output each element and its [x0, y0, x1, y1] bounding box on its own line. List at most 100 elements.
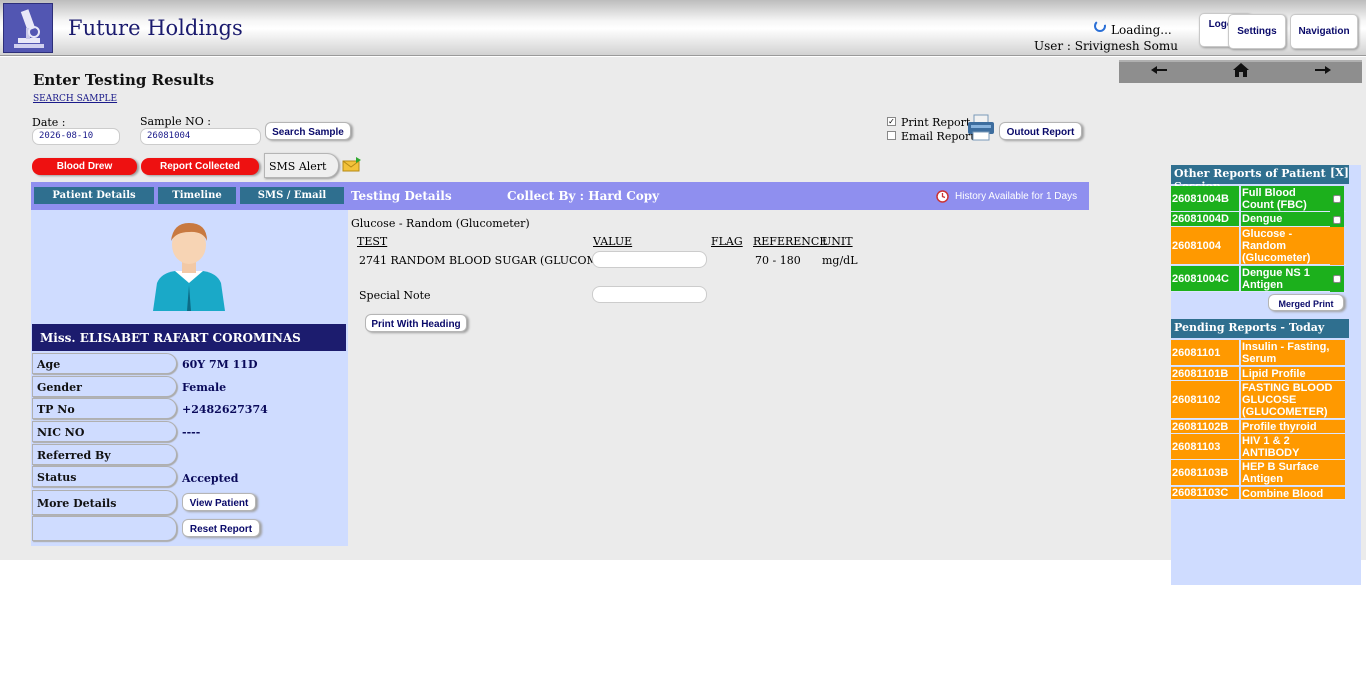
output-report-button[interactable]: Outout Report: [999, 122, 1082, 140]
merged-print-button[interactable]: Merged Print: [1268, 294, 1344, 311]
mail-icon[interactable]: [342, 156, 362, 176]
sample-no-label: Sample NO :: [140, 115, 211, 128]
report-select-checkbox[interactable]: [1330, 212, 1344, 227]
pending-report-row[interactable]: 26081103 HIV 1 & 2 ANTIBODY: [1171, 434, 1345, 460]
report-name: Glucose - Random (Glucometer): [1241, 227, 1330, 264]
blood-drew-button[interactable]: Blood Drew: [32, 158, 137, 175]
search-sample-link[interactable]: SEARCH SAMPLE: [33, 94, 117, 104]
report-name: Combine Blood Tests: [1241, 487, 1345, 499]
pending-report-row[interactable]: 26081101 Insulin - Fasting, Serum: [1171, 340, 1345, 366]
status-label: Status: [32, 466, 177, 487]
printer-icon[interactable]: [966, 114, 996, 146]
brand-title: Future Holdings: [68, 16, 243, 40]
tp-no-label: TP No: [32, 398, 177, 419]
col-reference: REFERENCE: [753, 235, 828, 248]
sms-alert-button[interactable]: SMS Alert: [264, 153, 339, 178]
loading-text: Loading...: [1111, 23, 1172, 37]
history-text: History Available for 1 Days: [955, 191, 1078, 202]
gender-value: Female: [182, 381, 227, 394]
navigation-button[interactable]: Navigation: [1290, 14, 1358, 49]
tp-no-value: +2482627374: [182, 403, 268, 416]
patient-avatar: [151, 219, 227, 315]
pending-report-row[interactable]: 26081103C Combine Blood Tests: [1171, 487, 1345, 500]
more-details-label: More Details: [32, 490, 177, 515]
nic-no-value: ----: [182, 426, 201, 439]
empty-row-label: [32, 516, 177, 541]
report-id: 26081103: [1171, 434, 1240, 459]
report-id: 26081004B: [1171, 186, 1240, 211]
special-note-label: Special Note: [359, 289, 431, 302]
col-flag: FLAG: [711, 235, 743, 248]
status-value: Accepted: [182, 472, 239, 485]
collect-by-text: Collect By : Hard Copy: [507, 189, 660, 203]
report-id: 26081004D: [1171, 212, 1240, 226]
pending-report-row[interactable]: 26081103B HEP B Surface Antigen: [1171, 460, 1345, 486]
tab-patient-details[interactable]: Patient Details: [34, 187, 154, 204]
user-line: User : Srivignesh Somu: [1034, 39, 1178, 53]
report-select-checkbox[interactable]: [1330, 266, 1344, 292]
report-name: Lipid Profile: [1241, 367, 1345, 380]
testing-details-heading: Testing Details: [351, 189, 452, 203]
print-report-label: Print Report: [901, 116, 971, 129]
home-icon[interactable]: [1226, 61, 1256, 79]
pending-report-row[interactable]: 26081102B Profile thyroid: [1171, 420, 1345, 434]
loading-spinner-icon: [1093, 19, 1107, 36]
referred-by-label: Referred By: [32, 444, 177, 465]
report-id: 26081004C: [1171, 266, 1240, 291]
report-name: Full Blood Count (FBC): [1241, 186, 1330, 211]
report-select-checkbox[interactable]: [1330, 186, 1344, 212]
other-report-row[interactable]: 26081004C Dengue NS 1 Antigen: [1171, 266, 1346, 292]
tab-timeline[interactable]: Timeline: [158, 187, 236, 204]
pending-report-row[interactable]: 26081102 FASTING BLOOD GLUCOSE (GLUCOMET…: [1171, 381, 1345, 419]
report-collected-button[interactable]: Report Collected: [141, 158, 259, 175]
report-name: HIV 1 & 2 ANTIBODY: [1241, 434, 1345, 459]
email-report-label: Email Report: [901, 130, 975, 143]
pending-report-row[interactable]: 26081101B Lipid Profile: [1171, 367, 1345, 381]
nic-no-label: NIC NO: [32, 421, 177, 442]
back-arrow-icon[interactable]: [1144, 61, 1174, 79]
other-report-row[interactable]: 26081004D Dengue Antibody: [1171, 212, 1346, 227]
test-group-heading: Glucose - Random (Glucometer): [351, 217, 530, 230]
report-id: 26081102B: [1171, 420, 1240, 433]
test-unit: mg/dL: [822, 254, 858, 267]
date-field[interactable]: 2026-08-10: [32, 128, 120, 145]
report-name: Profile thyroid: [1241, 420, 1345, 433]
microscope-logo: [3, 3, 53, 53]
patient-name: Miss. ELISABET RAFART COROMINAS: [32, 324, 346, 351]
report-name: Insulin - Fasting, Serum: [1241, 340, 1345, 365]
age-label: Age: [32, 353, 177, 374]
close-button[interactable]: [X]: [1330, 166, 1349, 179]
special-note-input[interactable]: [592, 286, 707, 303]
report-name: HEP B Surface Antigen: [1241, 460, 1345, 485]
report-name: FASTING BLOOD GLUCOSE (GLUCOMETER): [1241, 381, 1345, 418]
report-id: 26081101B: [1171, 367, 1240, 380]
print-report-checkbox[interactable]: ✓: [887, 117, 896, 126]
gender-label: Gender: [32, 376, 177, 397]
test-value-input[interactable]: [592, 251, 707, 268]
other-report-row[interactable]: 26081004 Glucose - Random (Glucometer): [1171, 227, 1346, 265]
tab-sms-email[interactable]: SMS / Email: [240, 187, 344, 204]
col-test: TEST: [357, 235, 388, 248]
pending-reports-heading: Pending Reports - Today: [1171, 319, 1349, 338]
search-sample-button[interactable]: Search Sample: [265, 122, 351, 140]
email-report-checkbox[interactable]: [887, 131, 896, 140]
view-patient-button[interactable]: View Patient: [182, 493, 256, 511]
report-id: 26081103C: [1171, 487, 1240, 499]
col-unit: UNIT: [822, 235, 853, 248]
col-value: VALUE: [593, 235, 633, 248]
report-id: 26081101: [1171, 340, 1240, 365]
age-value: 60Y 7M 11D: [182, 358, 258, 371]
report-status-cell: [1330, 227, 1344, 265]
report-id: 26081102: [1171, 381, 1240, 418]
sample-no-field[interactable]: 26081004: [140, 128, 261, 145]
report-name: Dengue NS 1 Antigen: [1241, 266, 1330, 291]
print-with-heading-button[interactable]: Print With Heading: [365, 314, 467, 332]
reset-report-button[interactable]: Reset Report: [182, 519, 260, 537]
other-reports-heading: Other Reports of Patient Session: [1171, 165, 1349, 193]
other-report-row[interactable]: 26081004B Full Blood Count (FBC): [1171, 186, 1346, 212]
settings-button[interactable]: Settings: [1228, 14, 1286, 49]
test-reference: 70 - 180: [755, 254, 801, 267]
report-name: Dengue Antibody: [1241, 212, 1330, 226]
forward-arrow-icon[interactable]: [1308, 61, 1338, 79]
clock-icon: [936, 188, 949, 207]
